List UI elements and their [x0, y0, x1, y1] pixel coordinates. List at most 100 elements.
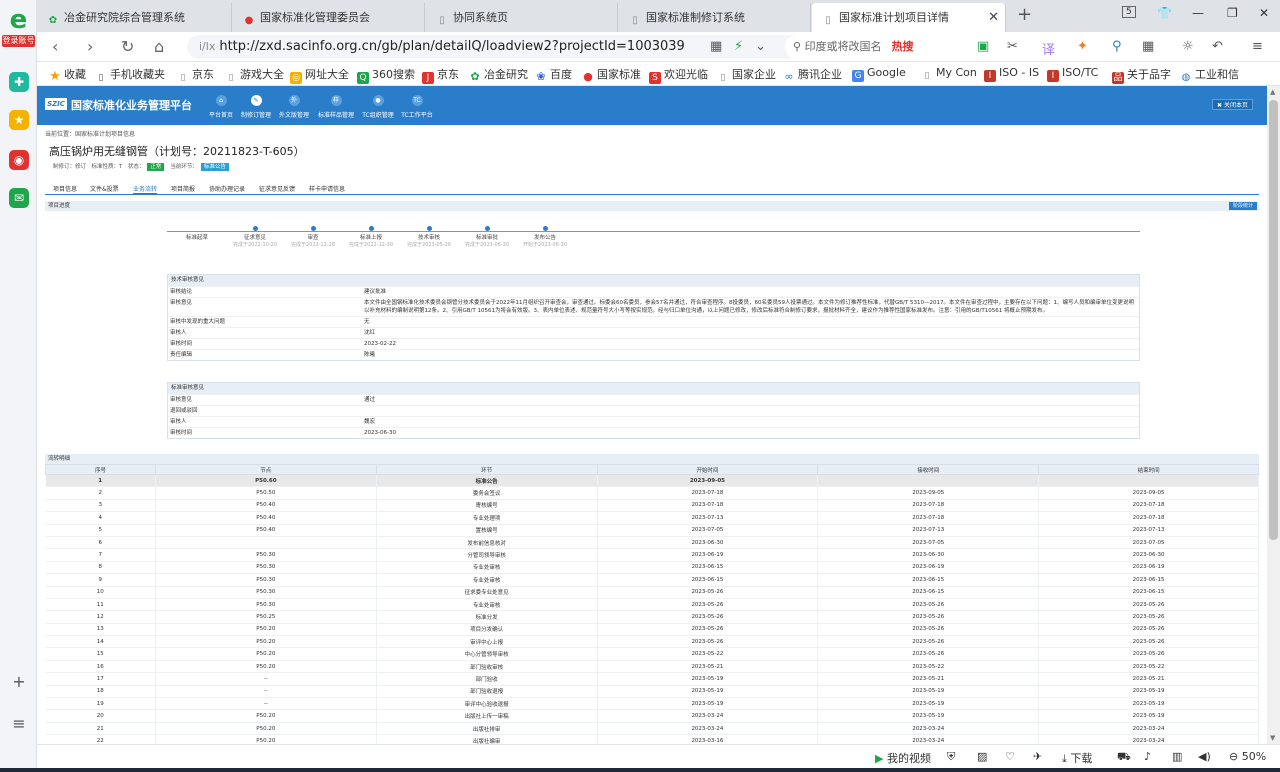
table-cell: 2023-09-05 [817, 486, 1040, 500]
tab-flow[interactable]: 业务流转 [133, 184, 158, 194]
zoom-control[interactable]: ⊖ 50% [1229, 750, 1266, 763]
nav-tc-org[interactable]: ● TC组织管理 [357, 95, 399, 119]
table-cell: 出版社编审 [376, 734, 598, 744]
bookmark-item[interactable]: I ISO - IS [984, 66, 1039, 82]
bookmark-item[interactable]: ❀ 百度 [535, 66, 572, 83]
tab-brief[interactable]: 项目简报 [171, 184, 195, 193]
site-logo: SZIC [45, 98, 67, 110]
magnifier-icon[interactable]: ⚲ [1112, 39, 1122, 54]
close-window-icon[interactable]: ✕ [1259, 6, 1269, 20]
browser-logo[interactable]: e 登录账号 [2, 6, 35, 50]
table-cell: 2023-05-19 [817, 697, 1040, 711]
dropdown-icon[interactable]: ⌄ [755, 39, 766, 54]
my-video-button[interactable]: ▶ 我的视频 [875, 750, 931, 766]
scissors-icon[interactable]: ✂ [1007, 39, 1018, 54]
hot-search-label[interactable]: 热搜 [892, 40, 914, 53]
bookmark-item[interactable]: ● 国家标准 [582, 66, 641, 83]
table-cell: P50.25 [155, 610, 377, 624]
tab-sample[interactable]: 样卡申请信息 [309, 184, 345, 193]
bell-icon[interactable]: ♪ [1144, 750, 1151, 763]
download-button[interactable]: ⤓ 下载 [1062, 750, 1092, 766]
bookmark-item[interactable]: S 欢迎光临 [649, 66, 708, 84]
add-icon[interactable]: + [9, 672, 29, 692]
tab-project-info[interactable]: 项目信息 [53, 184, 77, 193]
bookmark-item[interactable]: ▯ 手机收藏夹 [95, 66, 165, 84]
heart-icon[interactable]: ♡ [1005, 750, 1015, 763]
car-icon[interactable]: ⛟ [1117, 750, 1131, 765]
rocket-icon[interactable]: ✈ [1033, 750, 1042, 763]
minimize-icon[interactable]: — [1192, 6, 1204, 20]
wechat-icon[interactable]: ▣ [977, 39, 989, 54]
layout-icon[interactable]: ▥ [1172, 750, 1182, 763]
nav-foreign[interactable]: 外外文版管理 [273, 95, 315, 119]
bookmark-item[interactable]: G Google [852, 66, 906, 82]
bookmark-item[interactable]: ★ 收藏 [49, 66, 86, 83]
tab-count[interactable]: 5 [1122, 6, 1136, 18]
bookmark-item[interactable]: J 京东 [422, 66, 459, 84]
bookmark-item[interactable]: ◍ 工业和信 [1180, 66, 1239, 84]
favorites-icon[interactable]: ★ [9, 110, 29, 130]
undo-icon[interactable]: ↶ [1212, 39, 1223, 54]
table-cell: 出版社排审 [376, 722, 598, 736]
back-icon[interactable]: ‹ [52, 37, 58, 57]
bookmark-item[interactable]: ▯ My Con [921, 66, 977, 82]
scroll-up-icon[interactable]: ▲ [1270, 88, 1275, 96]
home-icon[interactable]: ⌂ [154, 37, 164, 57]
stage-badge: 标准公告 [200, 163, 229, 171]
restore-icon[interactable]: ❐ [1227, 6, 1238, 20]
tab-2[interactable]: ● 国家标准化管理委员会 [233, 3, 425, 32]
menu-icon[interactable]: ≡ [9, 714, 29, 734]
bookmark-item[interactable]: ✿ 冶金研究 [469, 66, 528, 83]
shirt-icon[interactable]: 👕 [1157, 6, 1172, 20]
site-info-icon[interactable]: i/lx [199, 40, 215, 53]
bookmark-item[interactable]: I ISO/TC [1047, 66, 1098, 82]
menu-icon[interactable]: ≡ [1252, 39, 1263, 54]
stage-stats-button[interactable]: 阶段统计 [1228, 202, 1257, 210]
speaker-icon[interactable]: ◀) [1198, 750, 1211, 763]
scroll-thumb[interactable] [1269, 100, 1278, 540]
table-cell: 2023-05-19 [1038, 697, 1259, 711]
login-label[interactable]: 登录账号 [2, 35, 35, 47]
new-tab-button[interactable]: + [1017, 4, 1032, 25]
translate-icon[interactable]: 译 [1042, 39, 1055, 58]
reader-icon[interactable]: ▦ [710, 39, 722, 54]
tab-5-active[interactable]: ▯ 国家标准计划项目详情 ✕ [812, 3, 1006, 32]
bookmark-item[interactable]: ◎ 网址大全 [290, 66, 349, 84]
search-box[interactable]: ⚲ 印度或将改国名 热搜 [785, 35, 960, 59]
close-page-button[interactable]: ✖ 关闭本页 [1212, 99, 1253, 110]
mail-icon[interactable]: ✉ [9, 188, 29, 208]
tab-files[interactable]: 文件&投票 [90, 184, 119, 193]
nav-tc-platform[interactable]: TC TC工作平台 [396, 95, 438, 119]
table-cell: 13 [45, 623, 156, 637]
close-tab-icon[interactable]: ✕ [988, 3, 999, 32]
nav-revision[interactable]: ✎ 制修订管理 [235, 95, 277, 119]
shield-icon[interactable]: ⛨ [947, 750, 955, 764]
tab-3[interactable]: ▯ 协同系统页 [426, 3, 618, 32]
tab-assist[interactable]: 协助办理记录 [209, 184, 245, 193]
weibo-icon[interactable]: ◉ [9, 150, 29, 170]
tab-4[interactable]: ▯ 国家标准制修订系统 [619, 3, 811, 32]
apps-icon[interactable]: ✚ [9, 72, 29, 92]
bookmark-item[interactable]: ∞ 腾讯企业 [783, 66, 842, 83]
forward-icon[interactable]: › [87, 37, 93, 57]
row-value: 2023-02-22 [364, 341, 396, 347]
tab-1[interactable]: ✿ 冶金研究院综合管理系统 [37, 3, 232, 32]
grid-icon[interactable]: ▦ [1142, 39, 1154, 54]
scrollbar[interactable]: ▲ ▼ [1267, 86, 1280, 744]
table-cell: P50.40 [155, 499, 377, 513]
table-cell: 2023-06-19 [1038, 561, 1259, 575]
image-icon[interactable]: ▨ [977, 750, 987, 763]
tab-feedback[interactable]: 征求意见反馈 [259, 184, 295, 193]
scroll-down-icon[interactable]: ▼ [1270, 734, 1275, 742]
bookmark-item[interactable]: Q 360搜索 [357, 66, 415, 84]
brightness-icon[interactable]: ☼ [1182, 39, 1194, 54]
reload-icon[interactable]: ↻ [121, 37, 134, 57]
game-icon[interactable]: ✦ [1077, 39, 1088, 54]
nav-samples[interactable]: 样标准样品管理 [315, 95, 357, 119]
speed-icon[interactable]: ⚡ [734, 39, 743, 54]
bookmark-item[interactable]: ▯ 京东 [177, 66, 214, 84]
bookmark-item[interactable]: ▯ 游戏大全 [225, 66, 284, 84]
bookmark-item[interactable]: ▯ 国家企业 [717, 66, 776, 84]
tab-bar: ✿ 冶金研究院综合管理系统 ● 国家标准化管理委员会 ▯ 协同系统页 ▯ 国家标准制修订… [37, 0, 1280, 32]
bookmark-item[interactable]: 品关于品字 [1112, 66, 1171, 84]
